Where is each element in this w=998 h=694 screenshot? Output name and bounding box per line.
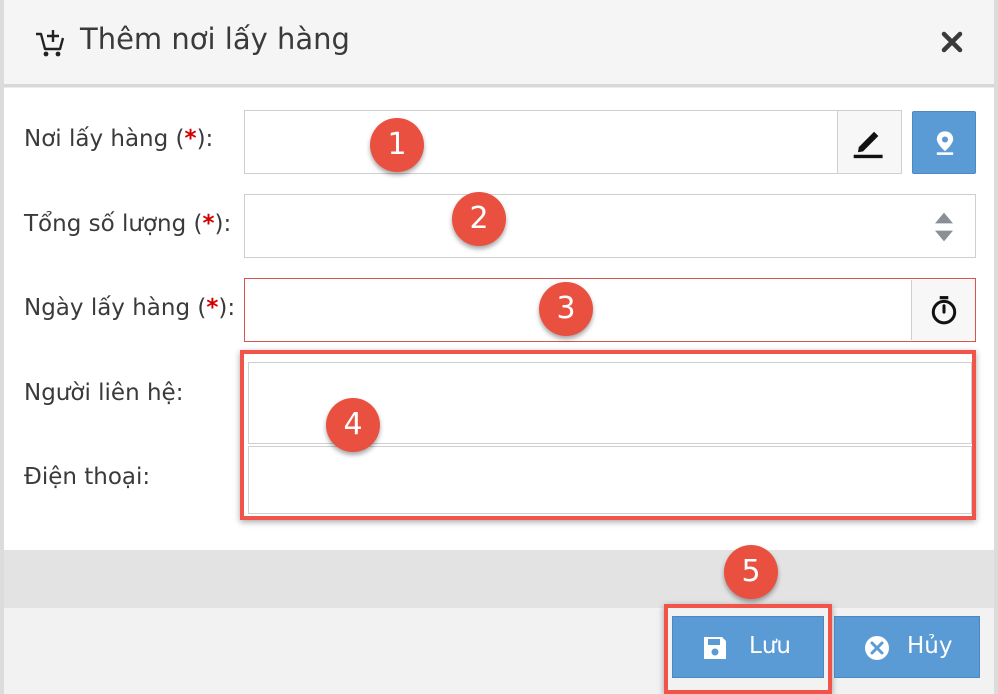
separator-band — [4, 550, 994, 608]
dialog-footer: Lưu Hủy — [4, 604, 994, 694]
dialog: Thêm nơi lấy hàng Nơi lấy hàng (*): 1 Tổ… — [0, 0, 998, 694]
pickup-place-input[interactable] — [244, 110, 902, 174]
badge-2: 2 — [452, 192, 506, 246]
cancel-circle-icon — [865, 636, 889, 660]
save-label: Lưu — [749, 633, 791, 659]
pickup-date-input[interactable] — [244, 278, 976, 342]
spinner-arrows-icon[interactable] — [933, 209, 955, 245]
total-quantity-input[interactable] — [244, 194, 976, 258]
badge-4: 4 — [326, 398, 380, 452]
cancel-label: Hủy — [907, 633, 953, 659]
pickup-place-label: Nơi lấy hàng (*): — [24, 126, 214, 152]
badge-3: 3 — [539, 282, 593, 336]
badge-1: 1 — [370, 118, 424, 172]
map-pin-icon — [936, 131, 954, 155]
floppy-disk-icon — [704, 637, 726, 659]
pencil-icon — [853, 131, 883, 159]
edit-button[interactable] — [837, 111, 901, 173]
cart-plus-icon — [36, 30, 65, 57]
pickup-date-label: Ngày lấy hàng (*): — [24, 295, 236, 321]
total-quantity-label: Tổng số lượng (*): — [24, 211, 232, 237]
date-picker-button[interactable] — [911, 280, 975, 340]
close-icon[interactable] — [940, 30, 964, 54]
cancel-button[interactable]: Hủy — [834, 616, 980, 678]
phone-label: Điện thoại: — [24, 464, 151, 490]
badge-5: 5 — [724, 545, 778, 599]
form-body: Nơi lấy hàng (*): 1 Tổng số lượng (*): 2… — [4, 88, 994, 550]
dialog-border-right — [994, 0, 998, 694]
stopwatch-icon — [931, 296, 957, 325]
dialog-title: Thêm nơi lấy hàng — [80, 22, 350, 56]
contact-person-label: Người liên hệ: — [24, 380, 184, 406]
map-location-button[interactable] — [912, 111, 976, 174]
dialog-header: Thêm nơi lấy hàng — [4, 0, 994, 87]
save-button[interactable]: Lưu — [672, 616, 824, 678]
